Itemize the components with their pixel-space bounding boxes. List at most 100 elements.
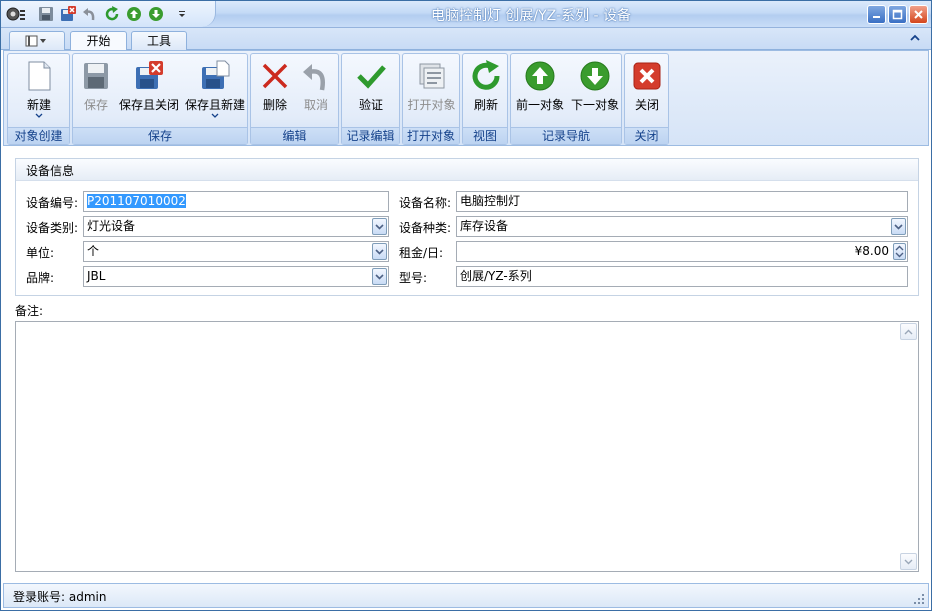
- group-open-object: 打开对象 打开对象: [402, 53, 460, 145]
- ribbon: 新建 对象创建 保存 保存且关闭 保存且新建 保存 删除 取消 编辑 验证 记录…: [3, 50, 929, 146]
- category-select[interactable]: 灯光设备: [83, 216, 389, 237]
- next-icon[interactable]: [147, 5, 165, 23]
- new-button-label: 新建: [26, 98, 51, 112]
- tab-tools[interactable]: 工具: [131, 31, 187, 51]
- group-view: 刷新 视图: [462, 53, 508, 145]
- chevron-down-icon[interactable]: [372, 218, 387, 235]
- save-icon[interactable]: [37, 5, 55, 23]
- name-value: 电脑控制灯: [460, 194, 521, 208]
- model-field[interactable]: 创展/YZ-系列: [456, 266, 908, 287]
- group-label: 打开对象: [403, 127, 459, 144]
- save-button[interactable]: 保存: [77, 58, 115, 128]
- previous-icon[interactable]: [125, 5, 143, 23]
- new-button[interactable]: 新建: [14, 58, 64, 128]
- group-record-edit: 验证 记录编辑: [341, 53, 400, 145]
- kind-select[interactable]: 库存设备: [456, 216, 908, 237]
- quick-access-toolbar: [1, 1, 216, 27]
- unit-value: 个: [87, 244, 100, 258]
- cancel-button-label: 取消: [303, 98, 328, 112]
- group-object-create: 新建 对象创建: [7, 53, 70, 145]
- refresh-button-label: 刷新: [473, 98, 498, 112]
- refresh-button[interactable]: 刷新: [466, 58, 506, 128]
- window-title: 电脑控制灯 创展/YZ-系列 - 设备: [430, 8, 632, 24]
- scroll-up-icon[interactable]: [900, 323, 917, 340]
- refresh-icon: [472, 60, 500, 90]
- save-close-icon[interactable]: [59, 5, 77, 23]
- maximize-button[interactable]: [888, 5, 907, 24]
- close-window-button[interactable]: [909, 5, 928, 24]
- model-value: 创展/YZ-系列: [460, 269, 532, 283]
- group-close: 关闭 关闭: [624, 53, 669, 145]
- refresh-icon[interactable]: [103, 5, 121, 23]
- group-record-navigation: 前一对象 下一对象 记录导航: [510, 53, 622, 145]
- undo-icon[interactable]: [81, 5, 99, 23]
- equipment-info-panel: 设备信息 设备编号: P201107010002 设备名称: 电脑控制灯 设备类…: [15, 158, 919, 296]
- group-edit: 删除 取消 编辑: [250, 53, 339, 145]
- code-field[interactable]: P201107010002: [83, 191, 389, 212]
- group-label: 记录导航: [511, 127, 621, 144]
- brand-value: JBL: [87, 269, 106, 283]
- unit-select[interactable]: 个: [83, 241, 389, 262]
- chevron-down-icon: [211, 113, 219, 118]
- delete-button[interactable]: 删除: [255, 58, 295, 128]
- save-and-new-button[interactable]: 保存且新建: [183, 58, 247, 128]
- brand-label: 品牌:: [26, 271, 55, 285]
- name-label: 设备名称:: [399, 196, 452, 210]
- close-button-label: 关闭: [634, 98, 659, 112]
- save-and-close-button[interactable]: 保存且关闭: [117, 58, 181, 128]
- app-menu-icon[interactable]: [5, 5, 27, 23]
- save-new-icon: [202, 60, 230, 89]
- save-button-label: 保存: [83, 98, 108, 112]
- chevron-down-icon[interactable]: [891, 218, 906, 235]
- panel-title: 设备信息: [26, 164, 75, 178]
- open-object-button[interactable]: 打开对象: [405, 58, 458, 128]
- panel-header: 设备信息: [16, 159, 918, 181]
- group-label: 保存: [73, 127, 247, 144]
- open-object-icon: [419, 63, 444, 89]
- code-value: P201107010002: [87, 194, 186, 208]
- minimize-button[interactable]: [867, 5, 886, 24]
- vertical-scrollbar[interactable]: [900, 323, 917, 570]
- delete-button-label: 删除: [262, 98, 287, 112]
- tab-start[interactable]: 开始: [70, 31, 127, 52]
- undo-icon: [303, 64, 325, 91]
- next-object-label: 下一对象: [570, 98, 619, 112]
- model-label: 型号:: [399, 271, 428, 285]
- save-icon: [84, 63, 108, 89]
- resize-grip-icon[interactable]: [913, 593, 925, 605]
- scroll-down-icon[interactable]: [900, 553, 917, 570]
- remark-label: 备注:: [15, 304, 44, 318]
- ribbon-collapse-icon[interactable]: [909, 32, 921, 44]
- save-close-icon: [136, 61, 163, 89]
- group-save: 保存 保存且关闭 保存且新建 保存: [72, 53, 248, 145]
- rent-label: 租金/日:: [399, 246, 444, 260]
- previous-object-label: 前一对象: [515, 98, 564, 112]
- previous-object-button[interactable]: 前一对象: [513, 58, 567, 128]
- cancel-button[interactable]: 取消: [296, 58, 336, 128]
- next-arrow-icon: [580, 61, 610, 91]
- validate-button-label: 验证: [358, 98, 383, 112]
- group-label: 关闭: [625, 127, 668, 144]
- chevron-down-icon[interactable]: [372, 243, 387, 260]
- save-and-new-label: 保存且新建: [184, 98, 245, 112]
- validate-check-icon: [357, 65, 386, 89]
- spin-buttons[interactable]: [893, 243, 906, 260]
- brand-select[interactable]: JBL: [83, 266, 389, 287]
- chevron-down-icon: [35, 113, 43, 118]
- close-red-icon: [633, 62, 661, 90]
- group-label: 对象创建: [8, 127, 69, 144]
- rent-spinner[interactable]: ¥8.00: [456, 241, 908, 262]
- chevron-down-icon[interactable]: [372, 268, 387, 285]
- remark-textarea[interactable]: [15, 321, 919, 572]
- name-field[interactable]: 电脑控制灯: [456, 191, 908, 212]
- delete-icon: [262, 63, 288, 89]
- close-button[interactable]: 关闭: [628, 58, 666, 128]
- next-object-button[interactable]: 下一对象: [568, 58, 622, 128]
- validate-button[interactable]: 验证: [348, 58, 394, 128]
- group-label: 视图: [463, 127, 507, 144]
- customize-qat-icon[interactable]: [173, 5, 191, 23]
- ribbon-menu-toggle[interactable]: [9, 31, 65, 51]
- unit-label: 单位:: [26, 246, 55, 260]
- status-login-account: 登录账号: admin: [13, 590, 107, 604]
- app-window: 电脑控制灯 创展/YZ-系列 - 设备 开始 工具 新建 对象创建 保存 保存且…: [0, 0, 932, 611]
